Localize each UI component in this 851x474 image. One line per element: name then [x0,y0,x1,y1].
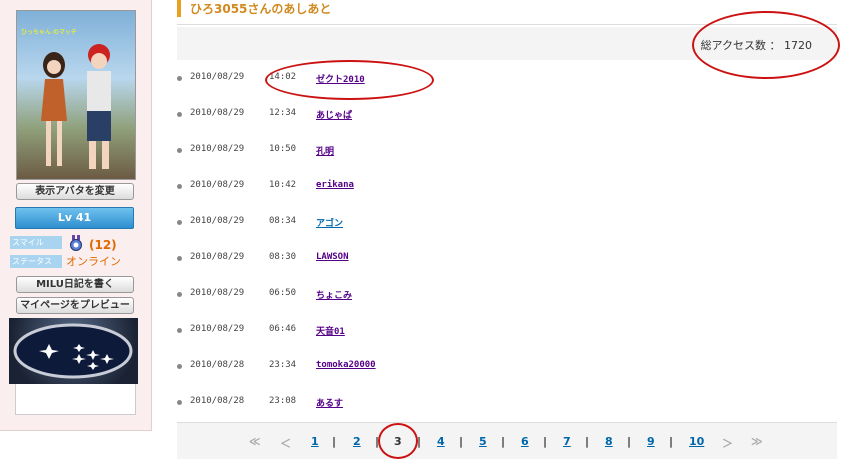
page-link-6[interactable]: 6 [521,435,529,448]
visitor-name-link[interactable]: ゼクト2010 [316,72,365,85]
visit-time: 08:34 [269,216,297,226]
pager-separator: | [332,435,337,448]
smile-count: (12) [89,238,117,252]
visitor-name-link[interactable]: 孔明 [316,144,334,157]
visit-row: 2010/08/29 12:34 あじゃぱ [177,108,817,122]
access-count-bar: 総アクセス数 ： 1720 [177,27,837,60]
page-link-8[interactable]: 8 [605,435,613,448]
visit-time: 10:50 [269,144,297,154]
first-page-link[interactable]: ≪ [249,435,261,448]
write-diary-button[interactable]: MILU日記を書く [16,276,134,293]
pagination: ≪ ＜ 1 | 2 | 3 | 4 | 5 | 6 | 7 | 8 | 9 | … [177,422,837,459]
visit-time: 23:08 [269,396,297,406]
visitor-name-link[interactable]: アゴン [316,216,343,229]
visit-time: 14:02 [269,72,297,82]
visit-date: 2010/08/28 [190,360,245,370]
visit-row: 2010/08/28 23:34 tomoka20000 [177,360,817,374]
pager-separator: | [501,435,506,448]
visit-row: 2010/08/29 10:50 孔明 [177,144,817,158]
visitor-name-link[interactable]: tomoka20000 [316,360,376,370]
next-page-link[interactable]: ＞ [722,435,733,451]
bullet-icon [177,220,182,225]
bullet-icon [177,256,182,261]
smile-medal-icon [70,235,82,251]
title-accent [177,0,181,17]
status-value: オンライン [66,255,121,268]
bullet-icon [177,112,182,117]
prev-page-link[interactable]: ＜ [280,435,291,451]
page-link-7[interactable]: 7 [563,435,571,448]
page-link-2[interactable]: 2 [353,435,361,448]
visitor-name-link[interactable]: erikana [316,180,354,190]
visitor-name-link[interactable]: あじゃぱ [316,108,352,121]
visit-time: 23:34 [269,360,297,370]
bullet-icon [177,148,182,153]
pager-separator: | [543,435,548,448]
bullet-icon [177,184,182,189]
visit-date: 2010/08/29 [190,252,245,262]
visit-row: 2010/08/29 14:02 ゼクト2010 [177,72,817,86]
visit-row: 2010/08/29 08:34 アゴン [177,216,817,230]
subaru-logo-image [9,318,138,384]
avatar-image[interactable]: ひっちゃん のマッチ [16,10,136,180]
bullet-icon [177,76,182,81]
page-link-5[interactable]: 5 [479,435,487,448]
pager-separator: | [375,435,380,448]
visit-time: 06:46 [269,324,297,334]
bullet-icon [177,400,182,405]
bullet-icon [177,328,182,333]
visitor-name-link[interactable]: LAWSON [316,252,349,262]
avatar-girl-figure [41,52,67,166]
bullet-icon [177,292,182,297]
visit-time: 10:42 [269,180,297,190]
visit-date: 2010/08/29 [190,144,245,154]
visit-time: 12:34 [269,108,297,118]
visit-row: 2010/08/29 10:42 erikana [177,180,817,194]
avatar-boy-figure [87,44,111,169]
subaru-emblem-icon [13,323,133,379]
current-page: 3 [394,435,402,448]
pager-separator: | [669,435,674,448]
sidebar-blank-box [15,384,136,415]
visit-time: 08:30 [269,252,297,262]
level-bar: Lv 41 [15,207,134,229]
page-link-4[interactable]: 4 [437,435,445,448]
pager-separator: | [417,435,422,448]
visit-date: 2010/08/29 [190,288,245,298]
visit-date: 2010/08/29 [190,324,245,334]
page-link-10[interactable]: 10 [689,435,704,448]
smile-tag: スマイル [10,236,62,249]
visit-row: 2010/08/29 06:46 天音01 [177,324,817,338]
sidebar: ひっちゃん のマッチ 表示アバタを変更 Lv 41 スマイル (12) ステータ… [0,0,152,431]
page-title: ひろ3055さんのあしあと [190,2,332,16]
visit-time: 06:50 [269,288,297,298]
status-tag: ステータス [10,255,62,268]
access-count: 総アクセス数 ： 1720 [700,39,812,52]
visit-row: 2010/08/28 23:08 あるす [177,396,817,410]
visit-row: 2010/08/29 06:50 ちょこみ [177,288,817,302]
page-link-9[interactable]: 9 [647,435,655,448]
visit-date: 2010/08/28 [190,396,245,406]
visit-date: 2010/08/29 [190,108,245,118]
visit-date: 2010/08/29 [190,72,245,82]
visit-date: 2010/08/29 [190,216,245,226]
pager-separator: | [627,435,632,448]
bullet-icon [177,364,182,369]
visit-row: 2010/08/29 08:30 LAWSON [177,252,817,266]
visitor-name-link[interactable]: あるす [316,396,343,409]
pager-separator: | [585,435,590,448]
page-link-1[interactable]: 1 [311,435,319,448]
visitor-name-link[interactable]: ちょこみ [316,288,352,301]
pager-separator: | [459,435,464,448]
preview-mypage-button[interactable]: マイページをプレビュー [16,297,134,314]
avatar-caption: ひっちゃん のマッチ [21,29,77,36]
last-page-link[interactable]: ≫ [751,435,763,448]
change-avatar-button[interactable]: 表示アバタを変更 [16,183,134,200]
visitor-name-link[interactable]: 天音01 [316,324,345,337]
visit-date: 2010/08/29 [190,180,245,190]
